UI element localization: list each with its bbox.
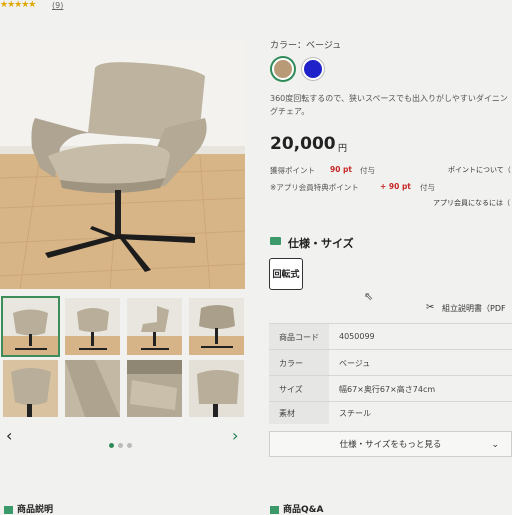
description-heading[interactable]: 商品説明 <box>4 502 53 515</box>
thumbnail-2[interactable] <box>65 298 120 355</box>
thumbnail-3[interactable] <box>127 298 182 355</box>
points-suffix: 付与 <box>360 166 375 175</box>
swatch-blue[interactable] <box>302 58 324 80</box>
pagination-dot[interactable] <box>127 443 132 448</box>
color-label: カラー：ベージュ <box>270 41 342 51</box>
spec-key: 商品コード <box>279 333 319 342</box>
chair-image <box>0 38 245 289</box>
thumbnail-1[interactable] <box>1 296 60 357</box>
qa-heading[interactable]: 商品Q&A <box>270 502 323 515</box>
spec-value: スチール <box>339 409 371 418</box>
section-icon <box>4 505 13 514</box>
app-points-value: + 90 pt <box>380 182 411 191</box>
spec-value: ベージュ <box>339 359 371 368</box>
mouse-cursor-icon: ⇖ <box>364 290 374 303</box>
rating-stars: ★★★★★ <box>0 0 36 10</box>
spec-row: カラー ベージュ <box>269 349 512 376</box>
swivel-tag[interactable]: 回転式 <box>269 258 303 290</box>
app-points-label: ※アプリ会員特典ポイント <box>270 183 359 192</box>
spec-more-button[interactable]: 仕様・サイズをもっと見る ⌄ <box>269 431 512 457</box>
price: 20,000 <box>270 134 336 154</box>
thumbnail-6[interactable] <box>65 360 120 417</box>
swatch-beige[interactable] <box>272 58 294 80</box>
spec-value: 幅67×奥行67×高さ74cm <box>339 385 436 394</box>
spec-more-label: 仕様・サイズをもっと見る <box>339 440 442 450</box>
thumbnail-4[interactable] <box>189 298 244 355</box>
spec-key: サイズ <box>279 385 303 394</box>
review-count-link[interactable]: (9) <box>52 1 63 10</box>
spec-row: 素材 スチール <box>269 401 512 424</box>
app-points-suffix: 付与 <box>420 183 435 192</box>
tools-icon: ✂ <box>426 302 435 313</box>
chevron-down-icon: ⌄ <box>491 440 499 450</box>
spec-row: サイズ 幅67×奥行67×高さ74cm <box>269 375 512 402</box>
qa-heading-label: 商品Q&A <box>283 505 324 515</box>
thumbnail-8[interactable] <box>189 360 244 417</box>
points-value: 90 pt <box>330 165 353 174</box>
spec-key: カラー <box>279 359 303 368</box>
gallery-next-button[interactable]: › <box>232 426 238 445</box>
section-icon <box>270 505 279 514</box>
pagination-dot-active[interactable] <box>109 443 114 448</box>
price-unit: 円 <box>338 144 348 154</box>
gallery-pagination <box>109 433 136 452</box>
product-description: 360度回転するので、狭いスペースでも出入りがしやすいダイニングチェア。 <box>270 94 508 116</box>
main-product-photo[interactable] <box>0 38 245 289</box>
spec-value: 4050099 <box>339 332 375 341</box>
thumbnail-7[interactable] <box>127 360 182 417</box>
points-info-link[interactable]: ポイントについて（ <box>448 165 511 175</box>
spec-row: 商品コード 4050099 <box>269 323 512 350</box>
thumbnail-5[interactable] <box>3 360 58 417</box>
spec-section-title: 仕様・サイズ <box>288 237 354 250</box>
gallery-prev-button[interactable]: ‹ <box>6 426 12 445</box>
assembly-manual-link[interactable]: 組立説明書（PDF <box>442 303 506 314</box>
pagination-dot[interactable] <box>118 443 123 448</box>
spec-key-cell <box>269 402 329 424</box>
spec-key: 素材 <box>279 409 295 418</box>
description-heading-label: 商品説明 <box>17 505 54 515</box>
app-member-link[interactable]: アプリ会員になるには（ <box>433 198 510 208</box>
points-label: 獲得ポイント <box>270 166 315 175</box>
spec-section-icon <box>270 237 281 245</box>
